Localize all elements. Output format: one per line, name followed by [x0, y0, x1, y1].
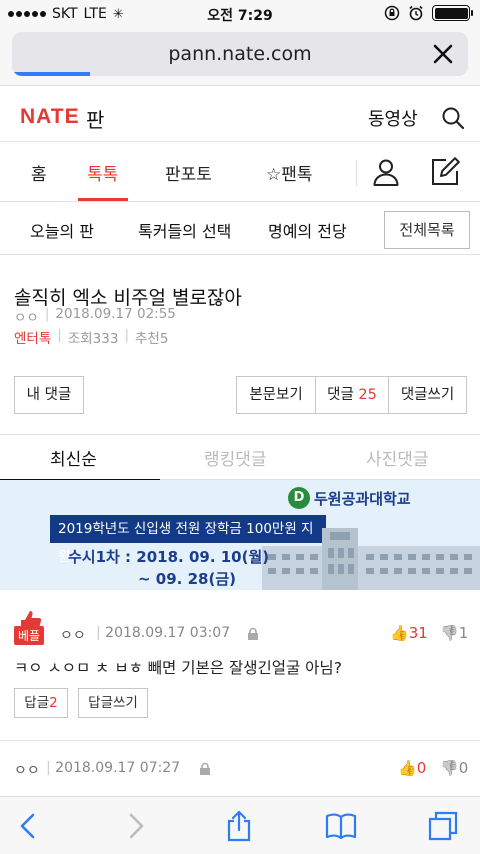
- main-tabs: 홈 톡톡 판포토 ☆팬톡: [0, 142, 480, 202]
- comment-author[interactable]: ㅇㅇ: [14, 760, 40, 780]
- article-author[interactable]: ㅇㅇ: [14, 306, 39, 326]
- address-bar[interactable]: pann.nate.com: [12, 32, 468, 76]
- reply-label: 답글: [24, 695, 50, 711]
- article-category[interactable]: 엔터톡: [14, 327, 51, 347]
- article-stats: 엔터톡 | 조회333 | 추천5: [14, 327, 168, 347]
- write-reply-button[interactable]: 답글쓰기: [78, 688, 148, 718]
- tab-toktok[interactable]: 톡톡: [87, 160, 118, 185]
- tabs-icon[interactable]: [426, 809, 460, 843]
- meta-separator: |: [57, 327, 62, 343]
- share-icon[interactable]: [222, 809, 256, 843]
- url-text[interactable]: pann.nate.com: [12, 43, 468, 65]
- upvote-button[interactable]: 👍31: [390, 624, 428, 642]
- my-comments-button[interactable]: 내 댓글: [14, 376, 84, 414]
- star-icon: ☆: [266, 165, 282, 185]
- site-header: NATE 판 동영상: [0, 96, 480, 142]
- write-icon[interactable]: [429, 155, 461, 187]
- write-comment-button[interactable]: 댓글쓰기: [388, 376, 467, 414]
- nate-logo[interactable]: NATE: [20, 105, 80, 129]
- article-recommends: 추천5: [135, 331, 169, 347]
- downvote-button[interactable]: 👎0: [440, 759, 468, 777]
- comment-author[interactable]: ㅇㅇ: [60, 625, 86, 645]
- ad-date-line-1: 수시1차 : 2018. 09. 10(월): [68, 548, 270, 566]
- view-original-button[interactable]: 본문보기: [236, 376, 316, 414]
- upvote-count: 0: [416, 759, 427, 777]
- bookmarks-icon[interactable]: [324, 809, 358, 843]
- active-tab-indicator: [78, 198, 128, 201]
- comment-date: | 2018.09.17 07:27: [46, 760, 181, 776]
- browser-address-area: pann.nate.com: [0, 28, 480, 86]
- comment-sort-tabs: 최신순 랭킹댓글 사진댓글: [0, 434, 480, 481]
- page-load-progress: [12, 72, 90, 76]
- browser-toolbar: [0, 796, 480, 854]
- comment-divider: [0, 740, 480, 741]
- comments-label: 댓글: [327, 387, 354, 403]
- downvote-button[interactable]: 👎1: [440, 624, 468, 642]
- all-list-button[interactable]: 전체목록: [384, 211, 470, 249]
- tab-fantalk[interactable]: ☆팬톡: [266, 160, 313, 185]
- back-icon[interactable]: [12, 809, 46, 843]
- sub-navigation: 오늘의 판 톡커들의 선택 명예의 전당 전체목록: [0, 203, 480, 255]
- subnav-hall-of-fame[interactable]: 명예의 전당: [268, 218, 347, 242]
- reply-count: 2: [49, 695, 58, 711]
- alarm-icon: [409, 5, 423, 21]
- stop-loading-icon[interactable]: [430, 41, 456, 67]
- thumbs-down-icon: 👎: [440, 624, 459, 642]
- school-logo: D: [288, 487, 310, 509]
- sort-ranking[interactable]: 랭킹댓글: [204, 445, 267, 470]
- rotation-lock-icon: [384, 5, 400, 21]
- thumbs-down-icon: 👎: [440, 759, 459, 777]
- downvote-count: 0: [458, 759, 469, 777]
- tab-divider: [356, 160, 357, 186]
- ad-school-name: 두원공과대학교: [314, 490, 411, 508]
- sort-latest[interactable]: 최신순: [50, 445, 97, 470]
- forward-icon[interactable]: [118, 809, 152, 843]
- thumbs-up-icon: 👍: [390, 624, 409, 642]
- pann-logo-text[interactable]: 판: [86, 104, 104, 133]
- meta-separator: |: [44, 306, 50, 322]
- comment-date: | 2018.09.17 03:07: [96, 625, 231, 641]
- tab-home[interactable]: 홈: [31, 160, 47, 185]
- article-meta: ㅇㅇ | 2018.09.17 02:55: [14, 306, 176, 326]
- article-date: 2018.09.17 02:55: [55, 306, 176, 322]
- subnav-today[interactable]: 오늘의 판: [30, 218, 94, 242]
- comments-count-button[interactable]: 댓글 25: [315, 376, 389, 414]
- article-views: 조회333: [67, 331, 119, 347]
- tab-pann-photo[interactable]: 판포토: [165, 160, 212, 185]
- meta-separator: |: [124, 327, 129, 343]
- ad-date-line-2: ~ 09. 28(금): [138, 570, 236, 588]
- reply-count-button[interactable]: 답글2: [14, 688, 68, 718]
- subnav-toker-choice[interactable]: 톡커들의 선택: [138, 218, 231, 242]
- campus-building-illustration: [262, 528, 480, 590]
- comment-text: ㅋㅇ ㅅㅇㅁ ㅊ ㅂㅎ 빼면 기본은 잘생긴얼굴 아님?: [14, 659, 342, 677]
- upvote-count: 31: [408, 624, 428, 642]
- video-link[interactable]: 동영상: [368, 105, 418, 131]
- comments-count: 25: [358, 387, 377, 403]
- status-bar: SKT LTE ✳ 오전 7:29: [0, 0, 480, 28]
- battery-icon: [432, 5, 473, 21]
- user-icon[interactable]: [371, 157, 401, 187]
- search-icon[interactable]: [440, 105, 466, 131]
- tab-fantalk-label: 팬톡: [281, 165, 313, 185]
- lock-icon: [200, 762, 210, 775]
- upvote-button[interactable]: 👍0: [398, 759, 426, 777]
- lock-icon: [248, 627, 258, 640]
- ad-banner[interactable]: D 두원공과대학교 2019학년도 신입생 전원 장학금 100만원 지원! 수…: [0, 480, 480, 590]
- sort-photo[interactable]: 사진댓글: [366, 445, 429, 470]
- best-comment-badge: 베플: [14, 626, 45, 645]
- thumbs-up-icon: 👍: [398, 759, 417, 777]
- downvote-count: 1: [458, 624, 469, 642]
